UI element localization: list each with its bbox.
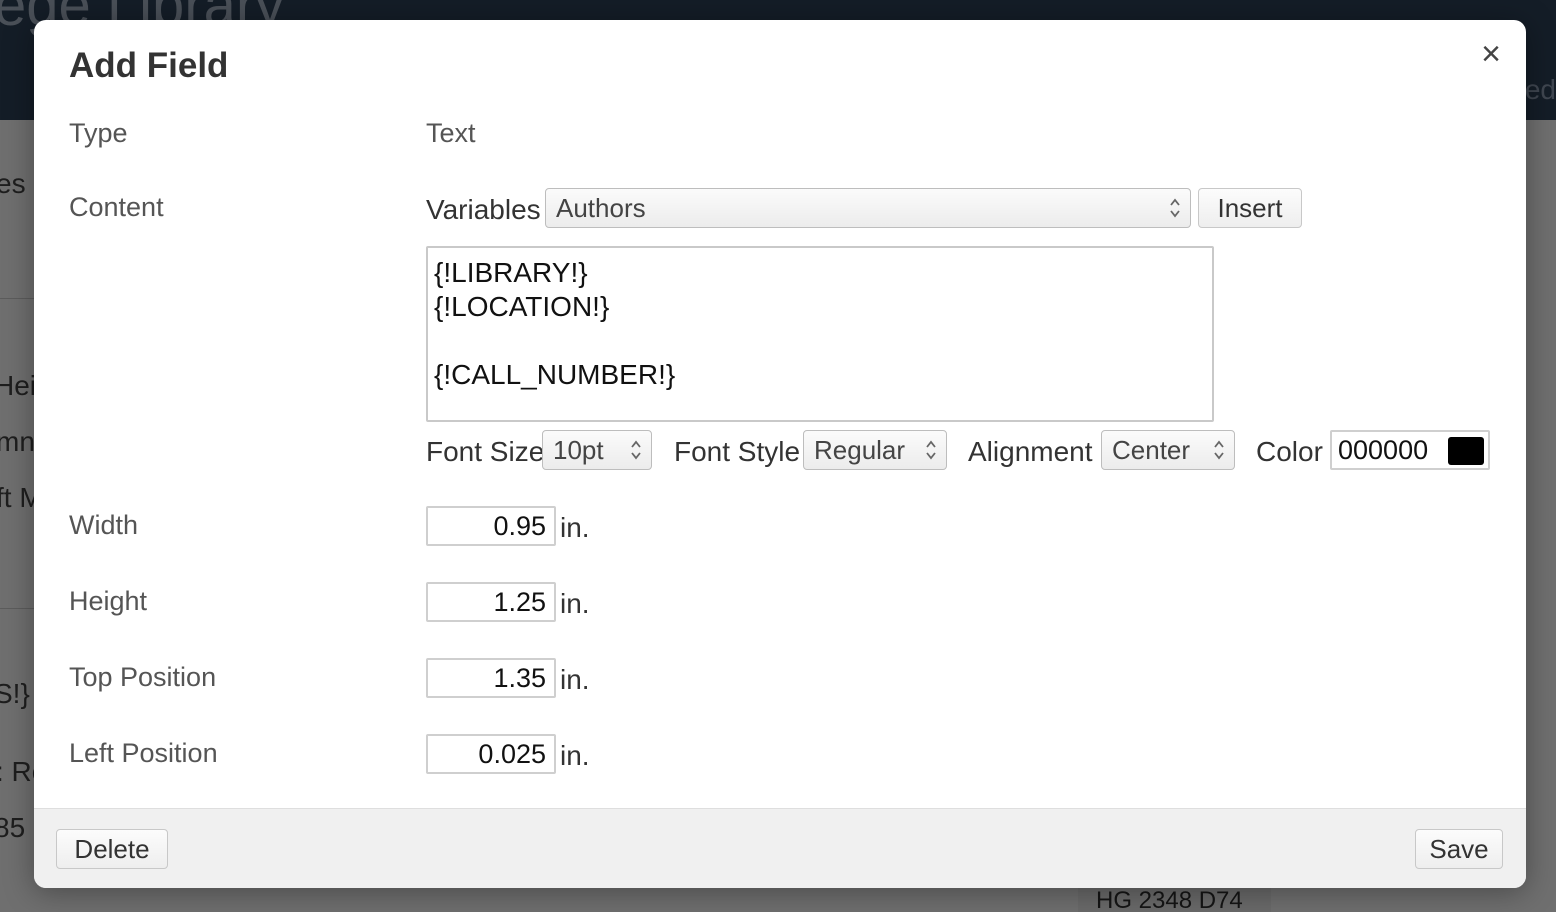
close-icon[interactable]: × bbox=[1475, 34, 1507, 74]
background-fragment: es bbox=[0, 168, 26, 199]
type-value: Text bbox=[426, 118, 476, 148]
top-position-input[interactable]: 1.35 bbox=[426, 658, 556, 698]
select-chevron-icon bbox=[1214, 440, 1224, 460]
save-button[interactable]: Save bbox=[1415, 829, 1503, 869]
content-textarea[interactable]: {!LIBRARY!} {!LOCATION!} {!CALL_NUMBER!} bbox=[426, 246, 1214, 422]
left-position-unit: in. bbox=[560, 740, 590, 771]
width-unit: in. bbox=[560, 512, 590, 543]
insert-button[interactable]: Insert bbox=[1198, 188, 1302, 228]
type-label: Type bbox=[69, 118, 128, 148]
select-chevron-icon bbox=[1170, 198, 1180, 218]
color-input[interactable]: 000000 bbox=[1330, 430, 1490, 470]
dialog-footer: Delete Save bbox=[34, 808, 1526, 888]
width-input[interactable]: 0.95 bbox=[426, 506, 556, 546]
color-value: 000000 bbox=[1338, 434, 1429, 465]
alignment-label: Alignment bbox=[968, 436, 1093, 467]
width-label: Width bbox=[69, 510, 139, 540]
height-input[interactable]: 1.25 bbox=[426, 582, 556, 622]
background-call-number-text: HG 2348 D74 bbox=[1096, 887, 1243, 912]
background-fragment: mn bbox=[0, 426, 35, 457]
dialog-title: Add Field bbox=[69, 46, 229, 85]
variables-select-value: Authors bbox=[556, 192, 646, 223]
top-position-label: Top Position bbox=[69, 662, 217, 692]
left-position-label: Left Position bbox=[69, 738, 218, 768]
variables-select[interactable]: Authors bbox=[545, 188, 1191, 228]
select-chevron-icon bbox=[926, 440, 936, 460]
select-chevron-icon bbox=[631, 440, 641, 460]
background-fragment: S!} bbox=[0, 678, 30, 709]
left-position-input[interactable]: 0.025 bbox=[426, 734, 556, 774]
height-unit: in. bbox=[560, 588, 590, 619]
top-position-unit: in. bbox=[560, 664, 590, 695]
font-size-value: 10pt bbox=[553, 434, 604, 465]
background-fragment: 85 bbox=[0, 812, 26, 843]
color-swatch[interactable] bbox=[1448, 437, 1484, 465]
alignment-select[interactable]: Center bbox=[1101, 430, 1235, 470]
variables-label: Variables bbox=[426, 194, 541, 225]
content-label: Content bbox=[69, 192, 164, 222]
alignment-value: Center bbox=[1112, 434, 1191, 465]
height-label: Height bbox=[69, 586, 148, 616]
delete-button[interactable]: Delete bbox=[56, 829, 168, 869]
font-style-value: Regular bbox=[814, 434, 906, 465]
font-size-select[interactable]: 10pt bbox=[542, 430, 652, 470]
font-size-label: Font Size bbox=[426, 436, 545, 467]
color-label: Color bbox=[1256, 436, 1323, 467]
font-style-label: Font Style bbox=[674, 436, 801, 467]
add-field-dialog: Add Field × Type Text Content Variables … bbox=[34, 20, 1526, 888]
font-style-select[interactable]: Regular bbox=[803, 430, 947, 470]
